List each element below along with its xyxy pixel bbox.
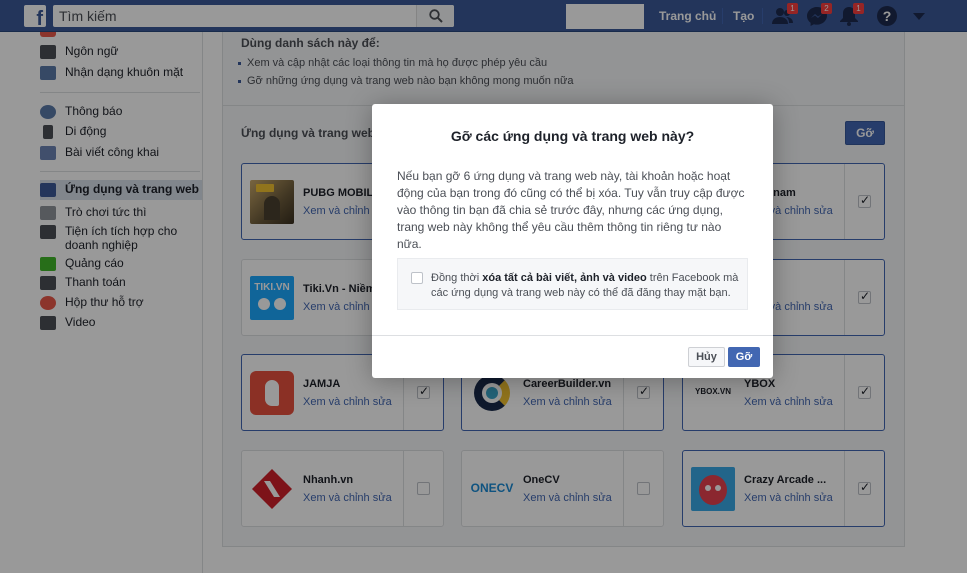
- cancel-button[interactable]: Hủy: [688, 347, 725, 367]
- dialog-divider: [372, 335, 773, 336]
- delete-posts-checkbox[interactable]: [411, 272, 423, 284]
- dialog-title: Gỡ các ứng dụng và trang web này?: [450, 128, 695, 144]
- remove-apps-dialog: Gỡ các ứng dụng và trang web này? Nếu bạ…: [372, 104, 773, 378]
- confirm-remove-button[interactable]: Gỡ: [728, 347, 760, 367]
- delete-posts-option: Đồng thời xóa tất cả bài viết, ảnh và vi…: [397, 258, 748, 310]
- delete-posts-label: Đồng thời xóa tất cả bài viết, ảnh và vi…: [431, 272, 739, 299]
- dialog-body: Nếu bạn gỡ 6 ứng dụng và trang web này, …: [397, 169, 745, 251]
